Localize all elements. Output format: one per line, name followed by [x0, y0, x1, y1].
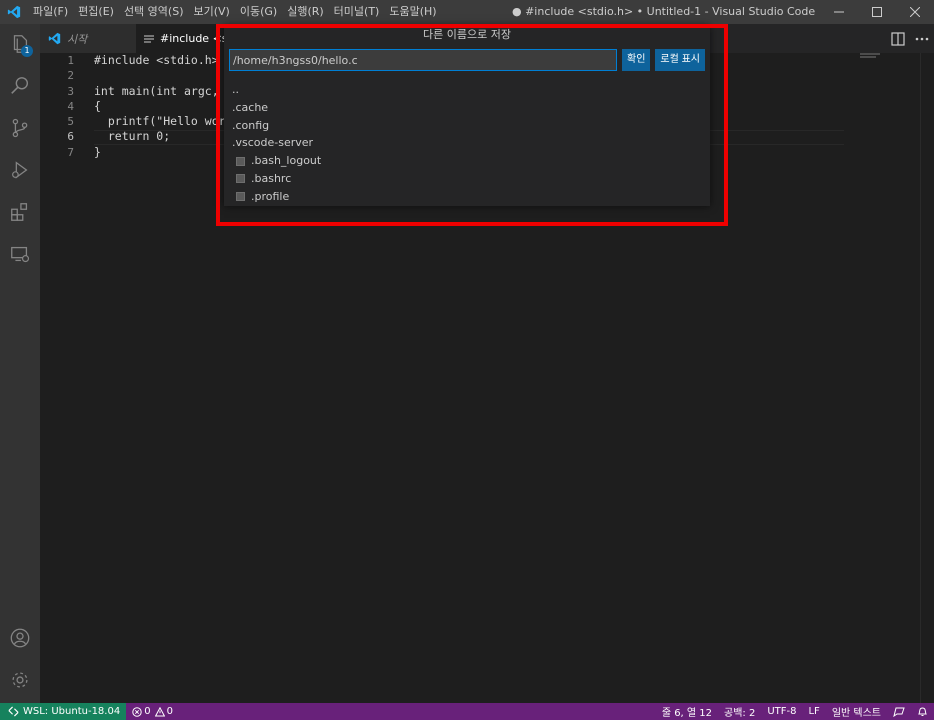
line-number: 1 [67, 54, 74, 67]
line-number-gutter: 1 2 3 4 5 6 7 [40, 53, 84, 160]
vscode-tab-icon [48, 32, 61, 45]
remote-label: WSL: Ubuntu-18.04 [23, 706, 121, 717]
remote-explorer-button[interactable] [0, 234, 40, 274]
red-highlight-box [216, 24, 728, 226]
feedback-button[interactable] [887, 703, 911, 720]
status-bar-right: 줄 6, 열 12 공백: 2 UTF-8 LF 일반 텍스트 [656, 703, 934, 720]
menu-file[interactable]: 파일(F) [28, 0, 73, 24]
maximize-icon [872, 7, 882, 17]
minimap-line [860, 56, 876, 58]
warning-count: 0 [166, 706, 173, 717]
maximize-button[interactable] [858, 0, 896, 24]
minimap-line [860, 53, 880, 55]
tab-welcome[interactable]: 시작 [40, 24, 136, 53]
extensions-button[interactable] [0, 192, 40, 232]
line-number: 7 [67, 145, 74, 159]
warning-icon [154, 706, 165, 716]
settings-gear-icon [12, 672, 28, 688]
editor-actions [886, 24, 934, 53]
close-icon [910, 7, 920, 17]
language-mode[interactable]: 일반 텍스트 [826, 703, 887, 720]
end-of-line[interactable]: LF [802, 703, 825, 720]
close-window-button[interactable] [896, 0, 934, 24]
split-editor-button[interactable] [886, 27, 910, 51]
error-count: 0 [144, 706, 151, 717]
source-control-icon [12, 118, 28, 138]
account-button[interactable] [0, 618, 40, 658]
feedback-icon [893, 707, 905, 717]
menu-edit[interactable]: 편집(E) [73, 0, 119, 24]
line-number-active: 6 [67, 130, 74, 144]
menu-run[interactable]: 실행(R) [282, 0, 328, 24]
cursor-position[interactable]: 줄 6, 열 12 [656, 703, 718, 720]
account-icon [10, 628, 30, 648]
line-number: 3 [67, 84, 74, 98]
remote-icon [8, 706, 19, 717]
menu-terminal[interactable]: 터미널(T) [329, 0, 385, 24]
search-icon [11, 77, 29, 94]
more-actions-button[interactable] [910, 27, 934, 51]
error-icon [132, 706, 142, 717]
text-file-icon [144, 34, 154, 44]
indentation[interactable]: 공백: 2 [718, 703, 761, 720]
run-debug-icon [12, 161, 28, 179]
vertical-scrollbar[interactable] [920, 53, 934, 703]
split-editor-icon [891, 31, 905, 46]
problems-indicator[interactable]: 0 0 [126, 703, 179, 720]
line-number: 2 [67, 69, 74, 83]
ellipsis-icon [915, 37, 929, 40]
menu-go[interactable]: 이동(G) [235, 0, 282, 24]
vscode-logo-icon [0, 0, 28, 24]
line-number: 5 [67, 115, 74, 129]
window-controls [820, 0, 934, 24]
remote-indicator[interactable]: WSL: Ubuntu-18.04 [0, 703, 127, 720]
manage-button[interactable] [0, 660, 40, 700]
explorer-badge: 1 [21, 45, 33, 57]
remote-explorer-icon [11, 246, 30, 263]
status-bar: WSL: Ubuntu-18.04 0 0 줄 6, 열 12 공백: 2 UT… [0, 703, 934, 720]
encoding[interactable]: UTF-8 [761, 703, 802, 720]
menu-view[interactable]: 보기(V) [188, 0, 234, 24]
explorer-button[interactable]: 1 [0, 24, 40, 64]
menu-bar: 파일(F) 편집(E) 선택 영역(S) 보기(V) 이동(G) 실행(R) 터… [28, 0, 442, 24]
window-title: ● #include <stdio.h> • Untitled-1 - Visu… [512, 5, 816, 18]
line-number: 4 [67, 99, 74, 113]
run-debug-button[interactable] [0, 150, 40, 190]
notifications-button[interactable] [911, 703, 934, 720]
minimize-button[interactable] [820, 0, 858, 24]
bell-icon [918, 707, 927, 716]
tab-welcome-label: 시작 [67, 32, 88, 46]
minimap[interactable] [860, 53, 920, 61]
search-button[interactable] [0, 66, 40, 106]
menu-selection[interactable]: 선택 영역(S) [119, 0, 189, 24]
extensions-icon [11, 203, 28, 221]
title-bar: 파일(F) 편집(E) 선택 영역(S) 보기(V) 이동(G) 실행(R) 터… [0, 0, 934, 24]
minimize-icon [834, 11, 844, 13]
activity-bar: 1 [0, 24, 40, 703]
source-control-button[interactable] [0, 108, 40, 148]
